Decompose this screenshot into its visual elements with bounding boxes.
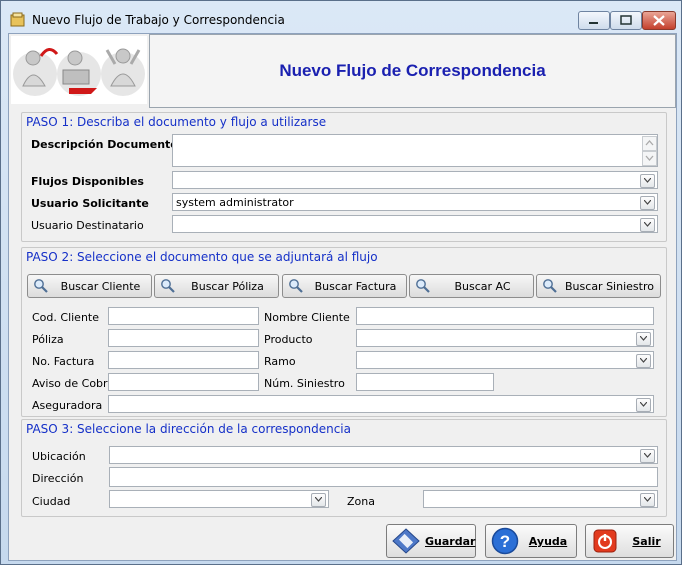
paso2-title: PASO 2: Seleccione el documento que se a… xyxy=(26,250,378,264)
svg-text:?: ? xyxy=(500,532,510,551)
paso1-group: PASO 1: Describa el documento y flujo a … xyxy=(21,112,667,242)
minimize-icon xyxy=(589,22,598,24)
buscar-poliza-button[interactable]: Buscar Póliza xyxy=(154,274,279,298)
poliza-label: Póliza xyxy=(32,333,64,346)
nombre-cliente-field[interactable] xyxy=(356,307,654,325)
zona-label: Zona xyxy=(347,495,375,508)
buscar-cliente-button[interactable]: Buscar Cliente xyxy=(27,274,152,298)
aviso-cobro-label: Aviso de Cobro xyxy=(32,377,115,390)
magnifier-icon xyxy=(289,279,303,293)
no-factura-field[interactable] xyxy=(108,351,259,369)
close-icon xyxy=(653,15,665,26)
chevron-down-icon[interactable] xyxy=(636,354,651,368)
paso3-title: PASO 3: Seleccione la dirección de la co… xyxy=(26,422,351,436)
poliza-field[interactable] xyxy=(108,329,259,347)
banner-title-panel: Nuevo Flujo de Correspondencia xyxy=(149,34,676,108)
magnifier-icon xyxy=(34,279,48,293)
paso1-title: PASO 1: Describa el documento y flujo a … xyxy=(26,115,327,129)
zona-dropdown[interactable] xyxy=(423,490,658,508)
power-icon xyxy=(593,529,617,553)
ciudad-dropdown[interactable] xyxy=(109,490,329,508)
solicitante-label: Usuario Solicitante xyxy=(31,197,149,210)
paso2-group: PASO 2: Seleccione el documento que se a… xyxy=(21,247,667,417)
cod-cliente-field[interactable] xyxy=(108,307,259,325)
descripcion-label: Descripción Documento xyxy=(31,138,178,151)
num-siniestro-field[interactable] xyxy=(356,373,494,391)
main-window: Nuevo Flujo de Trabajo y Correspondencia xyxy=(0,0,682,565)
help-icon: ? xyxy=(491,527,519,555)
save-disk-icon xyxy=(392,528,420,554)
chevron-down-icon[interactable] xyxy=(636,398,651,412)
magnifier-icon xyxy=(543,279,557,293)
aseguradora-dropdown[interactable] xyxy=(108,395,654,413)
header-banner: Nuevo Flujo de Correspondencia xyxy=(9,34,676,108)
solicitante-dropdown[interactable]: system administrator xyxy=(172,193,658,211)
cod-cliente-label: Cod. Cliente xyxy=(32,311,99,324)
flujos-label: Flujos Disponibles xyxy=(31,175,144,188)
maximize-button[interactable] xyxy=(610,11,642,30)
buscar-ac-label: Buscar AC xyxy=(454,280,511,293)
nombre-cliente-label: Nombre Cliente xyxy=(264,311,350,324)
buscar-factura-button[interactable]: Buscar Factura xyxy=(282,274,407,298)
aviso-cobro-field[interactable] xyxy=(108,373,259,391)
ciudad-label: Ciudad xyxy=(32,495,71,508)
buscar-cliente-label: Buscar Cliente xyxy=(60,280,141,293)
direccion-label: Dirección xyxy=(32,472,84,485)
paso3-group: PASO 3: Seleccione la dirección de la co… xyxy=(21,419,667,517)
people-logo xyxy=(11,36,147,104)
flujos-dropdown[interactable] xyxy=(172,171,658,189)
close-button[interactable] xyxy=(642,11,676,30)
title-bar[interactable]: Nuevo Flujo de Trabajo y Correspondencia xyxy=(1,1,681,33)
chevron-down-icon[interactable] xyxy=(311,493,326,507)
buscar-factura-label: Buscar Factura xyxy=(314,280,397,293)
window-title: Nuevo Flujo de Trabajo y Correspondencia xyxy=(32,13,285,27)
chevron-down-icon[interactable] xyxy=(636,332,651,346)
salir-label: Salir xyxy=(632,535,661,548)
ramo-dropdown[interactable] xyxy=(356,351,654,369)
page-title: Nuevo Flujo de Correspondencia xyxy=(279,61,546,80)
chevron-down-icon[interactable] xyxy=(640,196,655,210)
direccion-field[interactable] xyxy=(109,467,658,487)
no-factura-label: No. Factura xyxy=(32,355,95,368)
magnifier-icon xyxy=(161,279,175,293)
guardar-label: Guardar xyxy=(425,535,476,548)
solicitante-value: system administrator xyxy=(176,196,294,209)
maximize-icon xyxy=(620,15,632,25)
producto-dropdown[interactable] xyxy=(356,329,654,347)
minimize-button[interactable] xyxy=(578,11,610,30)
ubicacion-label: Ubicación xyxy=(32,450,86,463)
chevron-down-icon[interactable] xyxy=(640,218,655,232)
chevron-down-icon[interactable] xyxy=(640,174,655,188)
form-client-area: Nuevo Flujo de Correspondencia PASO 1: D… xyxy=(8,33,677,561)
buscar-ac-button[interactable]: Buscar AC xyxy=(409,274,534,298)
buscar-poliza-label: Buscar Póliza xyxy=(191,280,264,293)
scroll-down-icon[interactable] xyxy=(642,151,657,166)
buscar-siniestro-button[interactable]: Buscar Siniestro xyxy=(536,274,661,298)
salir-button[interactable]: Salir xyxy=(585,524,674,558)
chevron-down-icon[interactable] xyxy=(640,449,655,463)
chevron-down-icon[interactable] xyxy=(640,493,655,507)
descripcion-field[interactable] xyxy=(172,134,658,167)
destinatario-dropdown[interactable] xyxy=(172,215,658,233)
buscar-siniestro-label: Buscar Siniestro xyxy=(565,280,654,293)
num-siniestro-label: Núm. Siniestro xyxy=(264,377,345,390)
ayuda-button[interactable]: ? Ayuda xyxy=(485,524,577,558)
magnifier-icon xyxy=(416,279,430,293)
ubicacion-dropdown[interactable] xyxy=(109,446,658,464)
producto-label: Producto xyxy=(264,333,313,346)
guardar-button[interactable]: Guardar xyxy=(386,524,476,558)
aseguradora-label: Aseguradora xyxy=(32,399,103,412)
destinatario-label: Usuario Destinatario xyxy=(31,219,144,232)
scroll-up-icon[interactable] xyxy=(642,136,657,151)
ramo-label: Ramo xyxy=(264,355,296,368)
ayuda-label: Ayuda xyxy=(528,535,568,548)
app-icon xyxy=(10,12,25,27)
